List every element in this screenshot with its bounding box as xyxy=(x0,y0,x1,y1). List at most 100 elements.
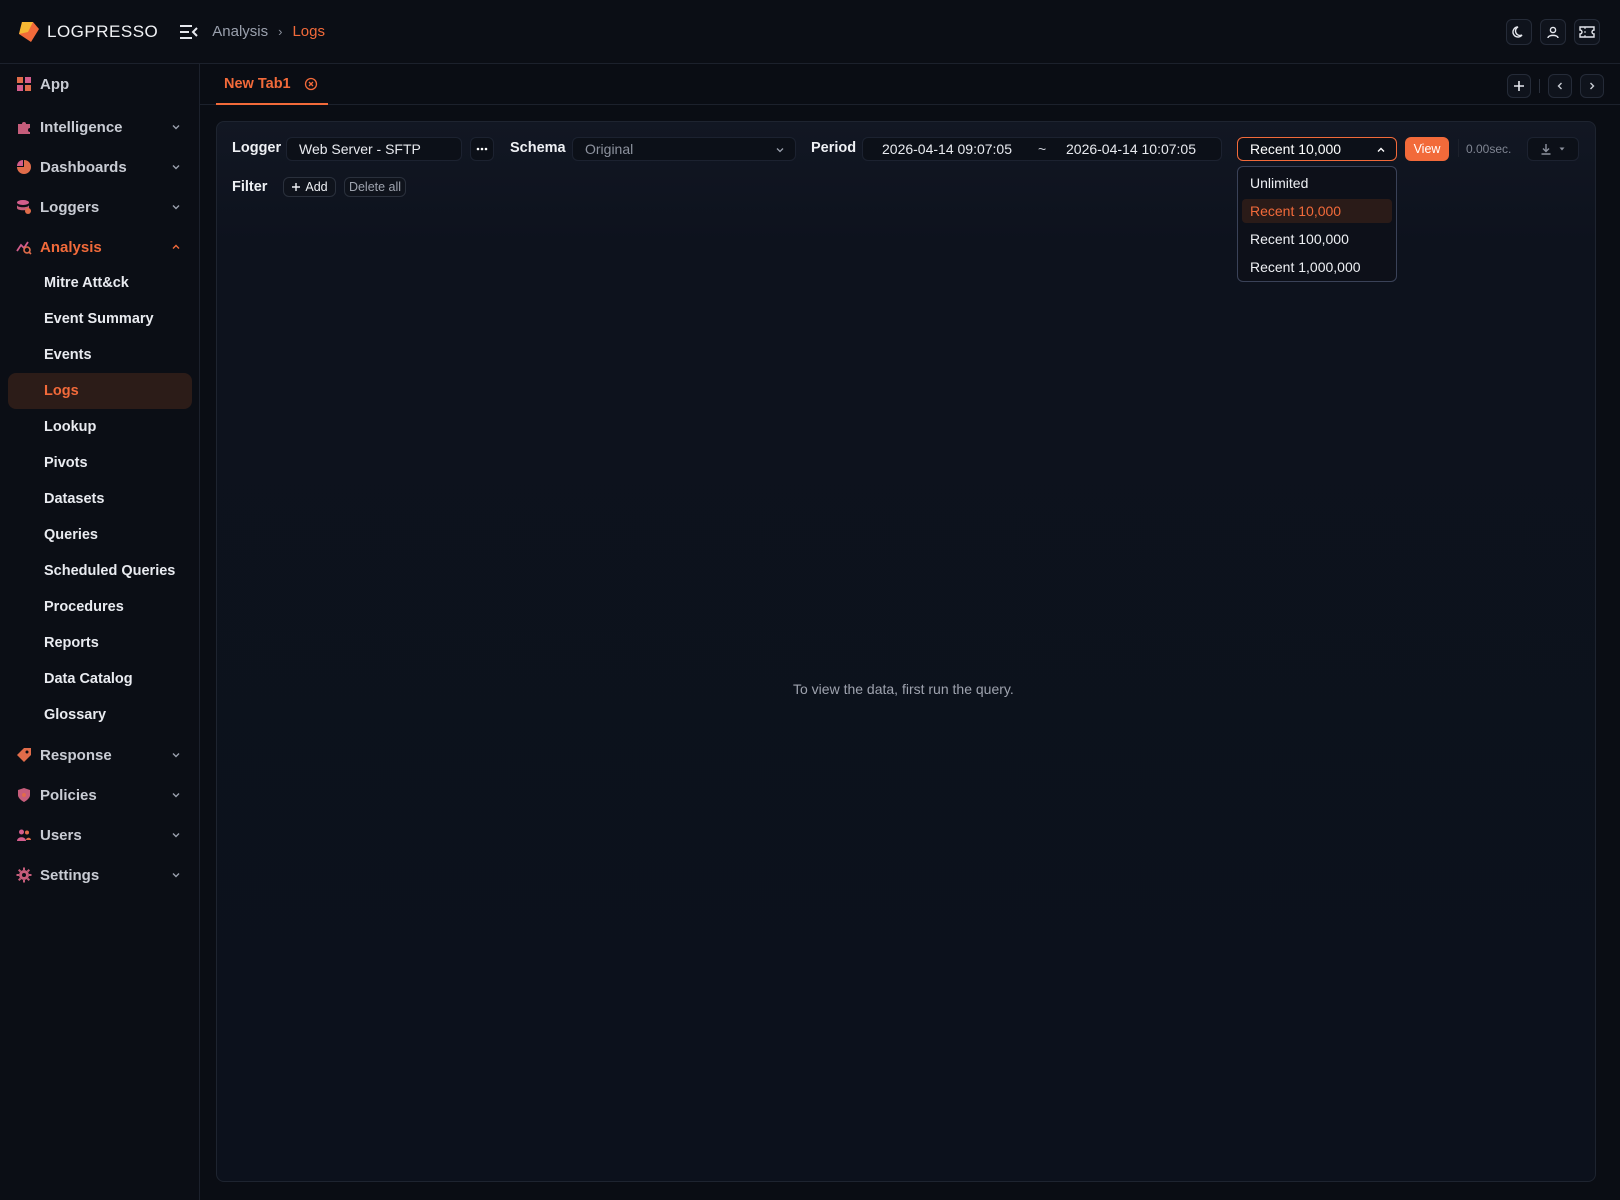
sidebar-sub-label: Logs xyxy=(44,383,79,399)
sidebar-sub-data-catalog[interactable]: Data Catalog xyxy=(8,661,192,697)
period-to-input[interactable]: 2026-04-14 10:07:05 xyxy=(1066,141,1196,157)
sidebar-sub-label: Event Summary xyxy=(44,311,154,327)
limit-option-recent-10000[interactable]: Recent 10,000 xyxy=(1242,199,1392,223)
sidebar-sub-label: Lookup xyxy=(44,419,97,435)
schema-label: Schema xyxy=(510,140,566,156)
sidebar-sub-label: Pivots xyxy=(44,455,88,471)
sidebar-item-label: Loggers xyxy=(40,198,100,216)
sidebar-sub-event-summary[interactable]: Event Summary xyxy=(8,301,192,337)
app-name: LOGPRESSO xyxy=(47,21,159,41)
sidebar-sub-label: Queries xyxy=(44,527,98,543)
limit-dropdown-menu: Unlimited Recent 10,000 Recent 100,000 R… xyxy=(1237,166,1397,282)
sidebar-sub-datasets[interactable]: Datasets xyxy=(8,481,192,517)
add-filter-button[interactable]: Add xyxy=(283,177,336,197)
menu-collapse-icon[interactable] xyxy=(178,21,200,43)
sidebar-sub-procedures[interactable]: Procedures xyxy=(8,589,192,625)
download-button[interactable] xyxy=(1527,137,1579,161)
chevron-right-icon: › xyxy=(278,24,283,39)
view-button[interactable]: View xyxy=(1405,137,1449,161)
logger-value: Web Server - SFTP xyxy=(299,141,421,157)
chevron-down-icon xyxy=(776,148,784,153)
tag-icon xyxy=(17,748,31,762)
user-icon xyxy=(1547,26,1559,39)
users-icon xyxy=(17,829,31,841)
sidebar-item-intelligence[interactable]: Intelligence xyxy=(0,107,200,147)
add-tab-button[interactable] xyxy=(1507,74,1531,98)
chevron-down-icon xyxy=(172,873,180,878)
tab-new-tab1[interactable]: New Tab1 xyxy=(216,64,328,105)
sidebar-item-users[interactable]: Users xyxy=(0,815,200,855)
schema-value: Original xyxy=(585,141,634,157)
grid-icon xyxy=(17,77,31,91)
sidebar-sub-lookup[interactable]: Lookup xyxy=(8,409,192,445)
logger-label: Logger xyxy=(232,140,282,156)
sidebar-item-label: Policies xyxy=(40,786,97,804)
next-tab-button[interactable] xyxy=(1580,74,1604,98)
sidebar-item-settings[interactable]: Settings xyxy=(0,855,200,895)
logger-more-button[interactable] xyxy=(470,137,494,161)
limit-option-recent-1000000[interactable]: Recent 1,000,000 xyxy=(1242,255,1392,279)
limit-select[interactable]: Recent 10,000 xyxy=(1237,137,1397,161)
breadcrumb-analysis[interactable]: Analysis xyxy=(212,23,268,40)
sidebar-item-policies[interactable]: Policies xyxy=(0,775,200,815)
close-circle-icon[interactable] xyxy=(304,77,318,91)
sidebar-item-app[interactable]: App xyxy=(0,64,200,104)
delete-all-button[interactable]: Delete all xyxy=(344,177,406,197)
sidebar-sub-label: Datasets xyxy=(44,491,105,507)
chevron-down-icon xyxy=(172,205,180,210)
sidebar-sub-events[interactable]: Events xyxy=(8,337,192,373)
sidebar-item-analysis[interactable]: Analysis xyxy=(0,227,200,267)
sidebar-item-label: Users xyxy=(40,826,82,844)
schema-select[interactable]: Original xyxy=(572,137,796,161)
sidebar-item-dashboards[interactable]: Dashboards xyxy=(0,147,200,187)
filter-label: Filter xyxy=(232,179,268,195)
limit-value: Recent 10,000 xyxy=(1250,141,1342,157)
sidebar-sub-scheduled-queries[interactable]: Scheduled Queries xyxy=(8,553,192,589)
caret-down-icon xyxy=(1559,147,1565,151)
empty-state-message: To view the data, first run the query. xyxy=(793,681,1014,697)
sidebar-item-loggers[interactable]: Loggers xyxy=(0,187,200,227)
prev-tab-button[interactable] xyxy=(1548,74,1572,98)
chevron-down-icon xyxy=(172,165,180,170)
shield-icon xyxy=(18,788,30,802)
ticket-button[interactable] xyxy=(1574,19,1600,45)
elapsed-time: 0.00sec. xyxy=(1466,142,1512,156)
divider xyxy=(1539,79,1540,93)
chevron-up-icon xyxy=(172,244,180,249)
period-from-input[interactable]: 2026-04-14 09:07:05 xyxy=(882,141,1012,157)
database-icon xyxy=(17,200,31,214)
moon-icon xyxy=(1512,26,1523,38)
sidebar-sub-mitre[interactable]: Mitre Att&ck xyxy=(8,265,192,301)
sidebar-sub-logs[interactable]: Logs xyxy=(8,373,192,409)
logger-select[interactable]: Web Server - SFTP xyxy=(286,137,462,161)
tab-label: New Tab1 xyxy=(224,75,291,92)
sidebar-sub-label: Events xyxy=(44,347,92,363)
sidebar-sub-pivots[interactable]: Pivots xyxy=(8,445,192,481)
sidebar-item-response[interactable]: Response xyxy=(0,735,200,775)
sidebar-sub-label: Reports xyxy=(44,635,99,651)
logo-icon xyxy=(19,21,39,42)
gear-icon xyxy=(16,867,32,883)
limit-option-recent-100000[interactable]: Recent 100,000 xyxy=(1242,227,1392,251)
profile-button[interactable] xyxy=(1540,19,1566,45)
limit-option-unlimited[interactable]: Unlimited xyxy=(1242,171,1392,195)
tab-bar: New Tab1 xyxy=(200,64,1620,105)
sidebar: App Intelligence Dashboards Loggers Anal… xyxy=(0,64,200,1200)
sidebar-sub-reports[interactable]: Reports xyxy=(8,625,192,661)
sidebar-sub-label: Mitre Att&ck xyxy=(44,275,129,291)
chevron-down-icon xyxy=(172,833,180,838)
top-header: LOGPRESSO Analysis › Logs xyxy=(0,0,1620,64)
plus-icon xyxy=(292,183,301,191)
divider xyxy=(1458,139,1459,157)
sidebar-item-label: Analysis xyxy=(40,238,102,256)
logo[interactable]: LOGPRESSO xyxy=(17,20,158,44)
ticket-icon xyxy=(1579,26,1595,38)
theme-toggle-button[interactable] xyxy=(1506,19,1532,45)
chevron-down-icon xyxy=(172,753,180,758)
chevron-down-icon xyxy=(172,125,180,130)
sidebar-sub-queries[interactable]: Queries xyxy=(8,517,192,553)
sidebar-item-label: App xyxy=(40,75,70,93)
sidebar-sub-glossary[interactable]: Glossary xyxy=(8,697,192,733)
puzzle-icon xyxy=(18,122,30,134)
add-filter-label: Add xyxy=(305,180,328,194)
